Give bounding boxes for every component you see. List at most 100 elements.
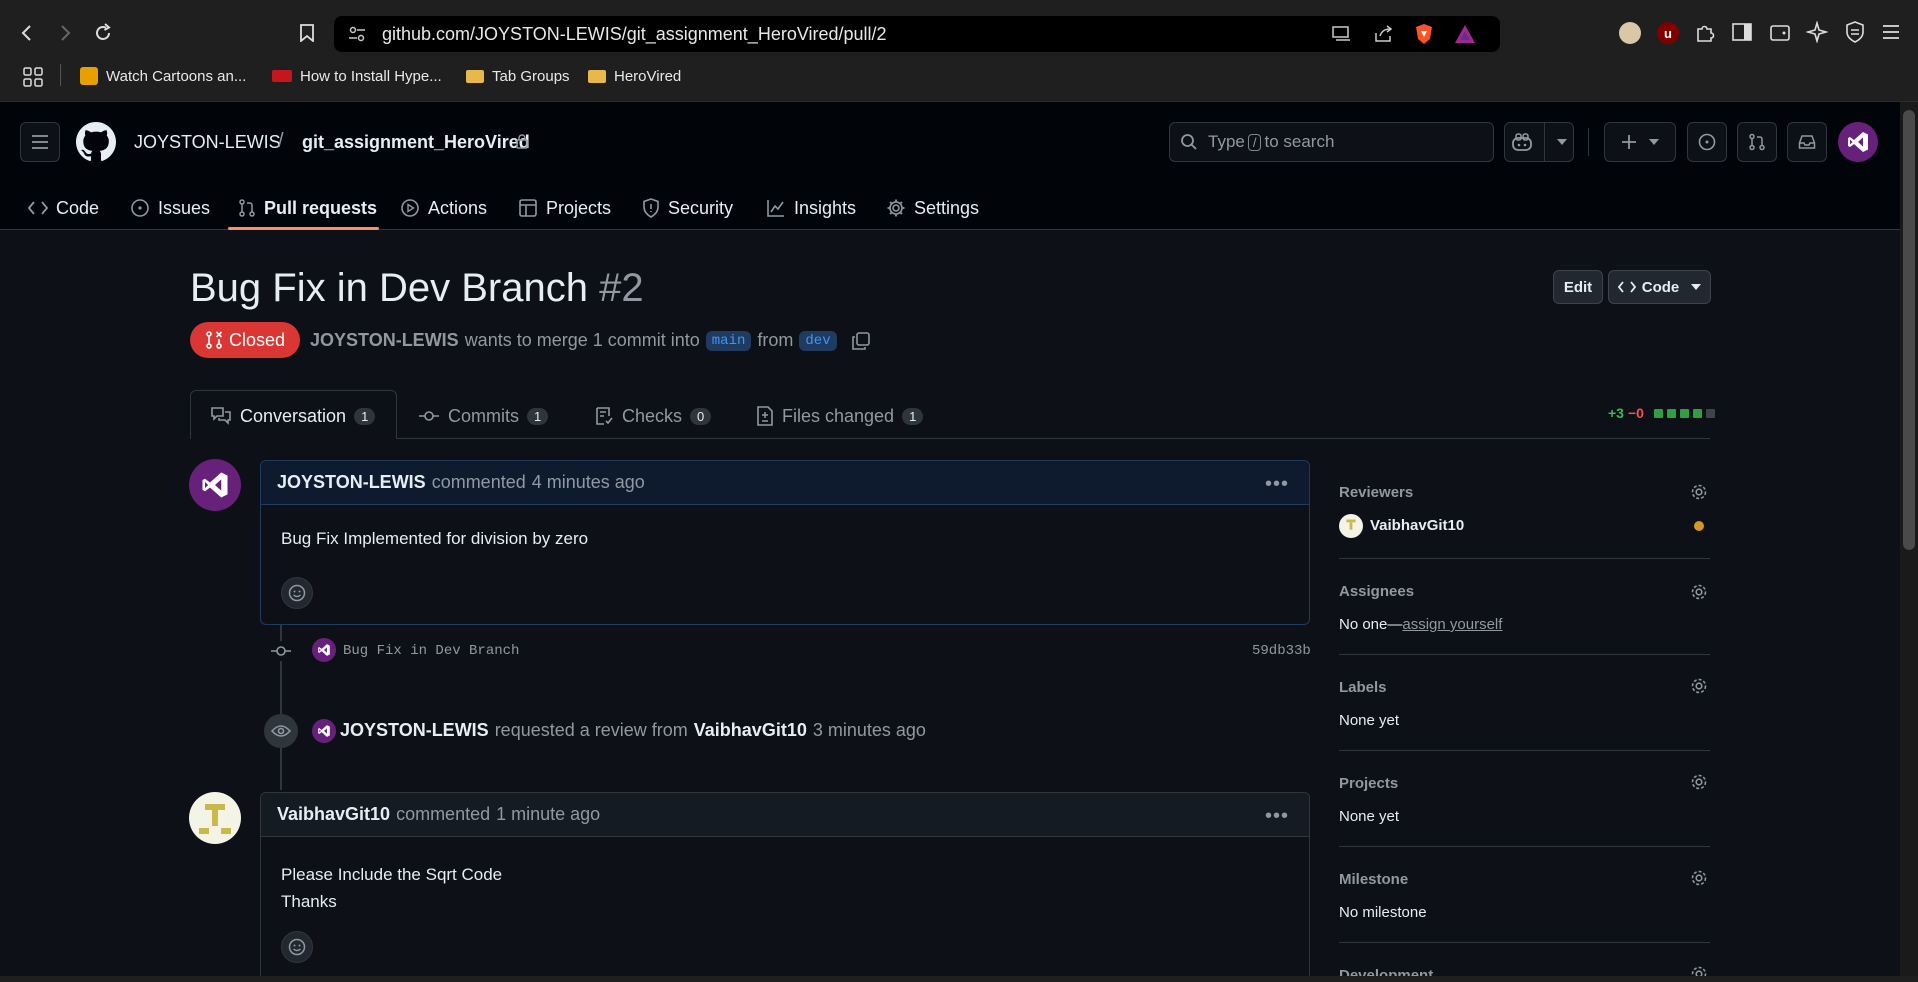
user-avatar[interactable] [1838, 122, 1878, 162]
inbox-button[interactable] [1787, 122, 1827, 162]
tab-conversation[interactable]: Conversation 1 [210, 404, 376, 428]
comment-author[interactable]: VaibhavGit10 [277, 804, 390, 825]
tab-code[interactable]: Code [28, 187, 99, 229]
pr-meta: JOYSTON-LEWIS wants to merge 1 commit in… [310, 330, 871, 351]
smiley-icon [288, 938, 306, 956]
copy-icon[interactable] [851, 331, 871, 351]
leo-ai-icon[interactable] [1806, 21, 1828, 43]
gear-icon[interactable] [1689, 676, 1709, 696]
gear-icon[interactable] [1689, 868, 1709, 888]
tab-issues[interactable]: Issues [130, 187, 210, 229]
gear-icon [887, 199, 905, 217]
add-reaction-button[interactable] [281, 577, 313, 609]
repo-name-link[interactable]: git_assignment_HeroVired [302, 132, 530, 153]
diffstat-block [1692, 408, 1702, 418]
search-placeholder-post: to search [1264, 132, 1335, 151]
bookmark-hyper[interactable]: How to Install Hype... [272, 66, 442, 86]
copilot-button[interactable] [1504, 122, 1574, 162]
diffstat-block [1705, 408, 1715, 418]
reviewer-name[interactable]: VaibhavGit10 [1370, 517, 1464, 534]
gear-icon[interactable] [1689, 772, 1709, 792]
base-branch[interactable]: main [705, 330, 752, 351]
gear-icon[interactable] [1689, 582, 1709, 602]
scrollbar-thumb[interactable] [1903, 110, 1915, 550]
event-timestamp[interactable]: 3 minutes ago [813, 720, 926, 741]
comment-discussion-icon [211, 407, 231, 425]
edit-title-button[interactable]: Edit [1553, 270, 1603, 304]
vpn-shield-icon[interactable] [1845, 21, 1865, 43]
comment-author-avatar[interactable] [189, 792, 241, 844]
brave-shield-icon[interactable] [1414, 23, 1434, 45]
install-app-icon[interactable] [1332, 26, 1352, 42]
brave-rewards-icon[interactable] [1454, 24, 1476, 44]
address-bar[interactable]: github.com/JOYSTON-LEWIS/git_assignment_… [334, 16, 1500, 52]
comment-author-avatar[interactable] [189, 459, 241, 511]
tab-projects[interactable]: Projects [518, 187, 611, 229]
comment-box: JOYSTON-LEWIS commented 4 minutes ago ••… [260, 460, 1310, 625]
pull-requests-button[interactable] [1737, 122, 1777, 162]
global-menu-button[interactable] [20, 122, 60, 162]
file-diff-icon [757, 406, 773, 426]
tab-pull-requests[interactable]: Pull requests [238, 187, 377, 229]
window-bottom-edge [0, 976, 1918, 982]
review-actor-avatar[interactable] [312, 719, 336, 743]
bookmark-herovired[interactable]: HeroVired [588, 66, 681, 86]
create-new-button[interactable] [1604, 122, 1676, 162]
comment-timestamp[interactable]: 1 minute ago [496, 804, 600, 825]
head-branch[interactable]: dev [799, 330, 837, 351]
sidebar-toggle-icon[interactable] [1732, 23, 1752, 41]
forward-button[interactable] [50, 18, 80, 48]
visual-studio-logo-icon [318, 644, 330, 656]
tab-checks[interactable]: Checks 0 [594, 404, 712, 428]
apps-grid-icon[interactable] [22, 66, 44, 88]
assign-yourself-link[interactable]: assign yourself [1402, 616, 1502, 633]
tab-commits[interactable]: Commits 1 [418, 404, 549, 428]
hamburger-icon [32, 135, 48, 149]
lines-removed: −0 [1627, 405, 1644, 421]
tab-insights[interactable]: Insights [766, 187, 856, 229]
share-icon[interactable] [1374, 25, 1394, 43]
commit-sha-link[interactable]: 59db33b [1252, 643, 1311, 659]
table-icon [519, 199, 537, 217]
private-lock-icon [516, 134, 528, 149]
projects-value: None yet [1339, 808, 1400, 825]
tab-security[interactable]: Security [642, 187, 733, 229]
back-button[interactable] [12, 18, 42, 48]
search-shortcut-key: / [1247, 133, 1262, 151]
add-reaction-button[interactable] [281, 931, 313, 963]
search-placeholder-pre: Type [1208, 132, 1245, 151]
issues-button[interactable] [1687, 122, 1727, 162]
kebab-menu-icon[interactable]: ••• [1265, 473, 1289, 496]
inbox-icon [1798, 135, 1816, 149]
reload-button[interactable] [88, 18, 118, 48]
repo-owner-link[interactable]: JOYSTON-LEWIS [134, 132, 281, 153]
code-icon [28, 201, 48, 215]
tab-settings[interactable]: Settings [886, 187, 979, 229]
search-input[interactable]: Type / to search [1169, 122, 1494, 162]
wallet-icon[interactable] [1770, 23, 1790, 41]
menu-hamburger-icon[interactable] [1882, 24, 1900, 40]
tab-files-changed[interactable]: Files changed 1 [756, 404, 924, 428]
code-dropdown-button[interactable]: Code [1608, 270, 1711, 304]
commit-author-avatar[interactable] [312, 638, 336, 662]
review-actor-link[interactable]: JOYSTON-LEWIS [340, 720, 489, 741]
header-divider [1588, 128, 1589, 156]
lines-added: +3 [1608, 405, 1624, 421]
reviewer-link[interactable]: VaibhavGit10 [694, 720, 807, 741]
ublock-icon[interactable]: u [1657, 22, 1679, 44]
commit-message-link[interactable]: Bug Fix in Dev Branch [343, 643, 519, 659]
extensions-puzzle-icon[interactable] [1694, 22, 1716, 44]
extension-avatar-icon[interactable] [1619, 22, 1641, 44]
gear-icon[interactable] [1689, 482, 1709, 502]
kebab-menu-icon[interactable]: ••• [1265, 805, 1289, 828]
bookmark-cartoons[interactable]: Watch Cartoons an... [80, 66, 246, 86]
bookmark-tab-groups[interactable]: Tab Groups [466, 66, 570, 86]
bookmark-page-button[interactable] [292, 18, 322, 48]
comment-author[interactable]: JOYSTON-LEWIS [277, 472, 426, 493]
github-logo-icon[interactable] [76, 122, 116, 162]
pr-tabs-border [190, 438, 1710, 439]
pr-author-link[interactable]: JOYSTON-LEWIS [310, 330, 459, 351]
comment-timestamp[interactable]: 4 minutes ago [532, 472, 645, 493]
tab-actions[interactable]: Actions [400, 187, 487, 229]
reviewer-avatar[interactable] [1339, 514, 1363, 538]
